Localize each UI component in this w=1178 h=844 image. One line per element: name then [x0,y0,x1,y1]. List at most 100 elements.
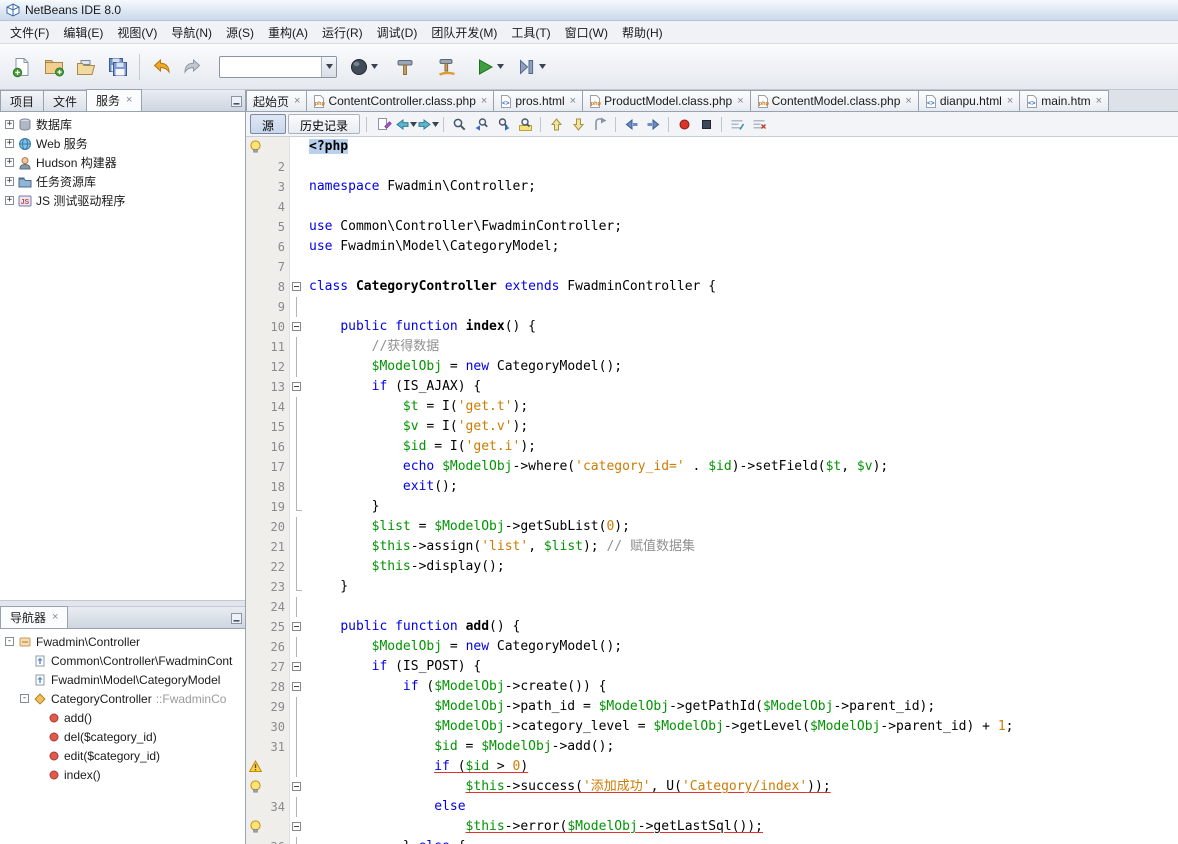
menu-edit[interactable]: 编辑(E) [56,21,110,44]
fold-toggle-icon[interactable] [292,822,301,831]
close-tab-icon[interactable]: × [570,96,576,107]
gutter-cell[interactable]: 30 [246,717,290,737]
fold-toggle-icon[interactable] [292,662,301,671]
tree-item-category-controller-class[interactable]: -CategoryController::FwadminCo [0,689,245,708]
gutter-cell[interactable]: 4 [246,197,290,217]
close-tab-icon[interactable]: × [905,96,911,107]
expand-toggle-icon[interactable]: + [5,139,14,148]
minimize-panel-button[interactable] [230,95,242,107]
source-view-button[interactable]: 源 [250,114,286,134]
gutter-cell[interactable]: 20 [246,517,290,537]
tree-item-js-test-driver[interactable]: +JSJS 测试驱动程序 [0,191,245,210]
fold-toggle-icon[interactable] [292,282,301,291]
fold-toggle-icon[interactable] [292,782,301,791]
doc-tab-dianpu-html[interactable]: <>dianpu.html× [918,90,1020,111]
gutter-cell[interactable]: 29 [246,697,290,717]
combo-dropdown-icon[interactable] [321,57,336,77]
gutter-cell[interactable]: 6 [246,237,290,257]
menu-tools[interactable]: 工具(T) [504,21,557,44]
tree-item-method-index[interactable]: index() [0,765,245,784]
redo-button[interactable] [177,51,209,83]
fold-toggle-icon[interactable] [292,682,301,691]
gutter-cell[interactable]: 28 [246,677,290,697]
fold-toggle-icon[interactable] [292,382,301,391]
gutter-cell[interactable]: 26 [246,637,290,657]
gutter-cell[interactable]: 22 [246,557,290,577]
history-view-button[interactable]: 历史记录 [288,114,360,134]
find-next-button[interactable] [492,114,514,135]
services-tree[interactable]: +数据库+Web 服务+Hudson 构建器+任务资源库+JSJS 测试驱动程序 [0,112,245,600]
expand-toggle-icon[interactable]: - [5,637,14,646]
hint-bulb-icon[interactable] [249,140,262,158]
tree-item-fwadmin-controller-use[interactable]: Common\Controller\FwadminCont [0,651,245,670]
tree-item-task-repositories[interactable]: +任务资源库 [0,172,245,191]
find-selection-button[interactable] [448,114,470,135]
shift-left-button[interactable] [620,114,642,135]
gutter-cell[interactable]: 31 [246,737,290,757]
gutter-cell[interactable]: 2 [246,157,290,177]
menu-source[interactable]: 源(S) [219,21,261,44]
menu-refactor[interactable]: 重构(A) [261,21,315,44]
build-button[interactable] [389,51,421,83]
tree-item-fwadmin-controller-ns[interactable]: -Fwadmin\Controller [0,632,245,651]
code-editor[interactable]: <?php23namespace Fwadmin\Controller;45us… [246,137,1178,844]
gutter-cell[interactable]: 24 [246,597,290,617]
gutter-cell[interactable]: 12 [246,357,290,377]
tree-item-web-services[interactable]: +Web 服务 [0,134,245,153]
tree-item-category-model-use[interactable]: Fwadmin\Model\CategoryModel [0,670,245,689]
hint-bulb-icon[interactable] [249,780,262,798]
close-tab-icon[interactable]: × [481,96,487,107]
tree-item-method-edit[interactable]: edit($category_id) [0,746,245,765]
close-tab-icon[interactable]: × [52,612,58,623]
shift-right-button[interactable] [642,114,664,135]
new-project-button[interactable] [38,51,70,83]
gutter-cell[interactable]: 14 [246,397,290,417]
menu-debug[interactable]: 调试(D) [370,21,425,44]
back-button[interactable] [395,114,417,135]
tree-item-method-add[interactable]: add() [0,708,245,727]
navigator-tree[interactable]: -Fwadmin\ControllerCommon\Controller\Fwa… [0,629,245,844]
doc-tab-pros-html[interactable]: <>pros.html× [493,90,583,111]
gutter-cell[interactable]: 19 [246,497,290,517]
tree-item-hudson-builders[interactable]: +Hudson 构建器 [0,153,245,172]
gutter-cell[interactable]: 11 [246,337,290,357]
toggle-highlight-button[interactable] [514,114,536,135]
gutter-cell[interactable]: 17 [246,457,290,477]
last-edit-position-button[interactable] [373,114,395,135]
menu-navigate[interactable]: 导航(N) [164,21,219,44]
gutter-cell[interactable]: 16 [246,437,290,457]
gutter-cell[interactable]: 34 [246,797,290,817]
panel-tab-files[interactable]: 文件 [43,90,87,111]
expand-toggle-icon[interactable]: + [5,196,14,205]
stop-macro-button[interactable] [695,114,717,135]
gutter-cell[interactable]: 3 [246,177,290,197]
expand-toggle-icon[interactable]: + [5,158,14,167]
gutter-cell[interactable]: 10 [246,317,290,337]
gutter-cell[interactable]: 8 [246,277,290,297]
gutter-cell[interactable]: 13 [246,377,290,397]
doc-tab-content-model[interactable]: phpContentModel.class.php× [750,90,919,111]
close-tab-icon[interactable]: × [294,96,300,107]
fold-toggle-icon[interactable] [292,322,301,331]
gutter-cell[interactable]: 9 [246,297,290,317]
doc-tab-product-model[interactable]: phpProductModel.class.php× [582,90,751,111]
gutter-cell[interactable]: 15 [246,417,290,437]
deploy-button[interactable] [347,51,379,83]
minimize-panel-button[interactable] [230,612,242,624]
panel-tab-services[interactable]: 服务× [86,89,142,111]
menu-view[interactable]: 视图(V) [110,21,164,44]
close-tab-icon[interactable]: × [126,95,132,106]
gutter-cell[interactable] [246,137,290,157]
tree-item-databases[interactable]: +数据库 [0,115,245,134]
clean-build-button[interactable] [431,51,463,83]
gutter-cell[interactable]: 27 [246,657,290,677]
doc-tab-start-page[interactable]: 起始页× [246,90,307,111]
gutter-cell[interactable]: 21 [246,537,290,557]
menu-window[interactable]: 窗口(W) [558,21,615,44]
expand-toggle-icon[interactable]: - [20,694,29,703]
find-previous-button[interactable] [470,114,492,135]
menu-file[interactable]: 文件(F) [3,21,56,44]
gutter-cell[interactable]: 25 [246,617,290,637]
gutter-cell[interactable] [246,777,290,797]
gutter-cell[interactable] [246,757,290,777]
